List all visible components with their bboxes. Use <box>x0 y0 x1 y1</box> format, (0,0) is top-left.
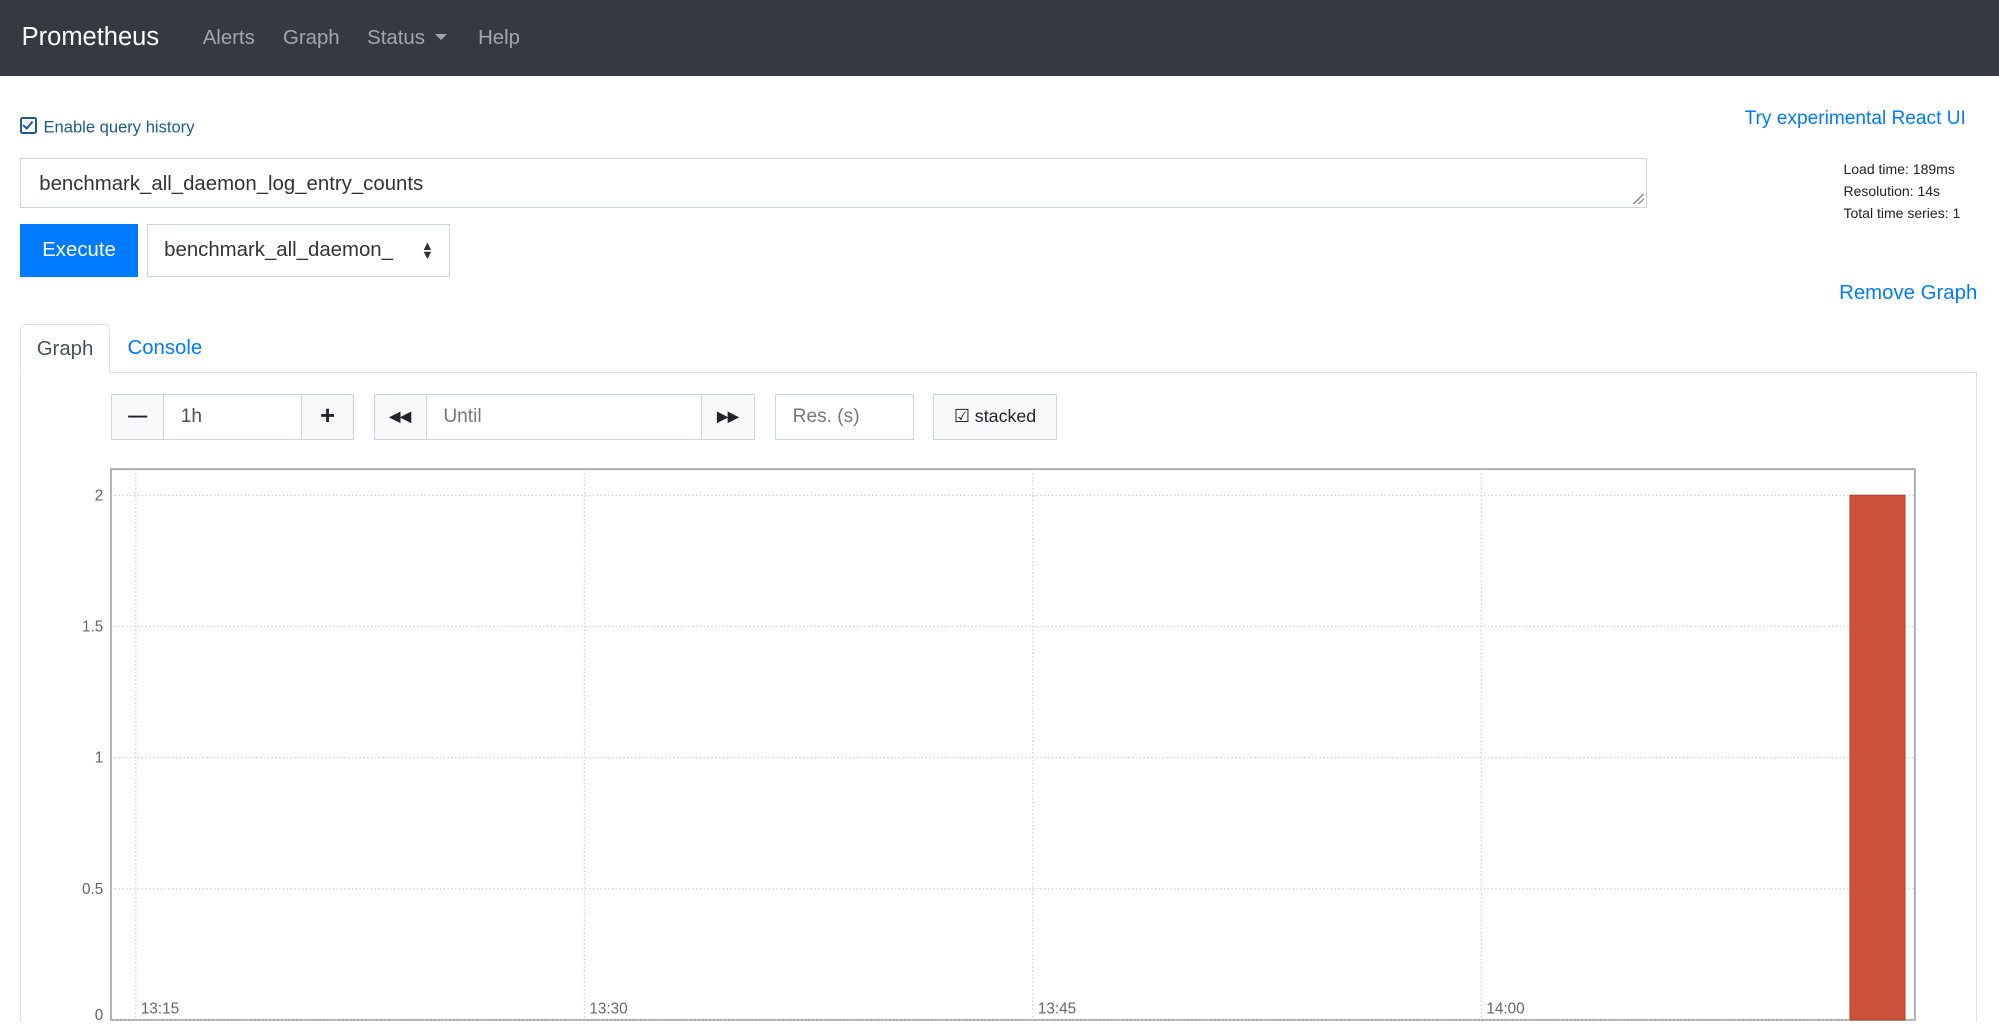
x-tick-label: 13:45 <box>1038 1001 1076 1018</box>
y-tick-label: 0.5 <box>82 881 103 898</box>
tab-graph[interactable]: Graph <box>20 323 110 374</box>
x-tick-label: 13:30 <box>589 1001 627 1018</box>
y-tick-label: 2 <box>95 487 104 504</box>
graph-chart: 0 0.5 1 1.5 2 13:15 13:30 13:45 14:00 <box>82 468 1916 1023</box>
x-tick-label: 13:15 <box>141 1001 179 1018</box>
y-tick-label: 1 <box>95 750 104 767</box>
y-tick-label: 0 <box>95 1007 104 1023</box>
plot-area <box>109 468 1916 1021</box>
y-tick-label: 1.5 <box>82 619 103 636</box>
page: Prometheus Alerts Graph Status Help Enab… <box>0 0 1999 1022</box>
bar <box>1849 494 1906 1021</box>
x-tick-label: 14:00 <box>1486 1001 1524 1018</box>
